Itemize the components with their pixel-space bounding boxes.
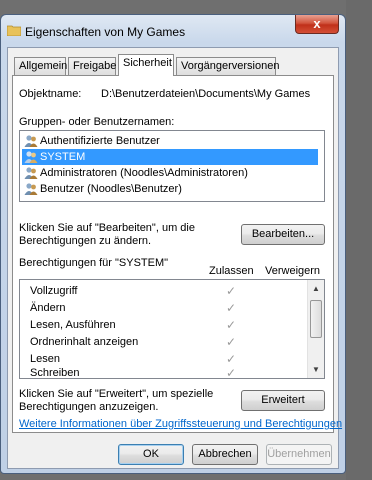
- window-title: Eigenschaften von My Games: [25, 25, 186, 39]
- allow-check-icon: ✓: [226, 318, 237, 332]
- allow-check-icon: ✓: [226, 366, 237, 378]
- advanced-button[interactable]: Erweitert: [241, 390, 325, 411]
- ok-button[interactable]: OK: [118, 444, 184, 465]
- properties-window: Eigenschaften von My Games x Allgemein F…: [0, 14, 346, 474]
- close-button[interactable]: x: [295, 15, 339, 34]
- permission-row-read-execute: Lesen, Ausführen ✓: [30, 317, 300, 334]
- title-bar[interactable]: Eigenschaften von My Games x: [1, 15, 345, 47]
- tab-sicherheit[interactable]: Sicherheit: [118, 54, 174, 76]
- permission-row-write: Schreiben ✓: [30, 365, 300, 378]
- allow-check-icon: ✓: [226, 284, 237, 298]
- scrollbar-thumb[interactable]: [310, 300, 322, 338]
- object-name-label: Objektname:: [19, 88, 82, 100]
- group-item-system[interactable]: SYSTEM: [22, 149, 318, 165]
- deny-column-header: Verweigern: [265, 265, 321, 277]
- cancel-button[interactable]: Abbrechen: [192, 444, 258, 465]
- allow-check-icon: ✓: [226, 301, 237, 315]
- users-icon: [24, 183, 38, 195]
- tab-allgemein[interactable]: Allgemein: [14, 57, 67, 75]
- users-icon: [24, 135, 38, 147]
- permission-row-list-folder: Ordnerinhalt anzeigen ✓: [30, 334, 300, 351]
- group-item-administrators[interactable]: Administratoren (Noodles\Administratoren…: [22, 165, 318, 181]
- permissions-scrollbar[interactable]: ▲ ▼: [307, 280, 324, 378]
- group-item-label: Benutzer (Noodles\Benutzer): [40, 183, 182, 195]
- object-name-value: D:\Benutzerdateien\Documents\My Games: [101, 88, 311, 100]
- allow-column-header: Zulassen: [209, 265, 254, 277]
- group-item-users[interactable]: Benutzer (Noodles\Benutzer): [22, 181, 318, 197]
- groups-label: Gruppen- oder Benutzernamen:: [19, 116, 175, 128]
- allow-check-icon: ✓: [226, 335, 237, 349]
- close-icon: x: [313, 16, 321, 31]
- advanced-hint-text: Klicken Sie auf "Erweitert", um speziell…: [19, 388, 214, 413]
- group-item-label: Authentifizierte Benutzer: [40, 135, 160, 147]
- permission-row-modify: Ändern ✓: [30, 300, 300, 317]
- permission-name: Vollzugriff: [30, 285, 78, 297]
- permission-name: Lesen, Ausführen: [30, 319, 116, 331]
- edit-hint-text: Klicken Sie auf "Bearbeiten", um die Ber…: [19, 222, 195, 247]
- apply-button[interactable]: Übernehmen: [266, 444, 332, 465]
- permission-name: Ordnerinhalt anzeigen: [30, 336, 139, 348]
- edit-button[interactable]: Bearbeiten...: [241, 224, 325, 245]
- permissions-label: Berechtigungen für "SYSTEM": [19, 257, 169, 269]
- groups-listbox[interactable]: Authentifizierte Benutzer SYSTEM Adminis…: [19, 130, 325, 202]
- group-item-authenticated-users[interactable]: Authentifizierte Benutzer: [22, 133, 318, 149]
- tab-vorgaengerversionen[interactable]: Vorgängerversionen: [176, 57, 279, 75]
- users-icon: [24, 167, 38, 179]
- group-item-label: Administratoren (Noodles\Administratoren…: [40, 167, 248, 179]
- folder-icon: [7, 25, 21, 36]
- permission-name: Ändern: [30, 302, 66, 314]
- info-link[interactable]: Weitere Informationen über Zugriffssteue…: [19, 418, 342, 430]
- scroll-up-icon[interactable]: ▲: [308, 280, 324, 297]
- dialog-client-area: Allgemein Freigabe Sicherheit Vorgängerv…: [7, 47, 342, 469]
- scroll-down-icon[interactable]: ▼: [308, 361, 324, 378]
- security-panel: Objektname: D:\Benutzerdateien\Documents…: [12, 75, 342, 433]
- permission-name: Lesen: [30, 353, 60, 365]
- group-item-label: SYSTEM: [40, 151, 86, 163]
- permission-name: Schreiben: [30, 367, 80, 378]
- tab-freigabe[interactable]: Freigabe: [68, 57, 116, 75]
- desktop-background: [346, 0, 372, 480]
- users-icon: [24, 151, 38, 163]
- permissions-listbox[interactable]: Vollzugriff ✓ Ändern ✓ Lesen, Ausführen …: [19, 279, 325, 379]
- permission-row-full-control: Vollzugriff ✓: [30, 283, 300, 300]
